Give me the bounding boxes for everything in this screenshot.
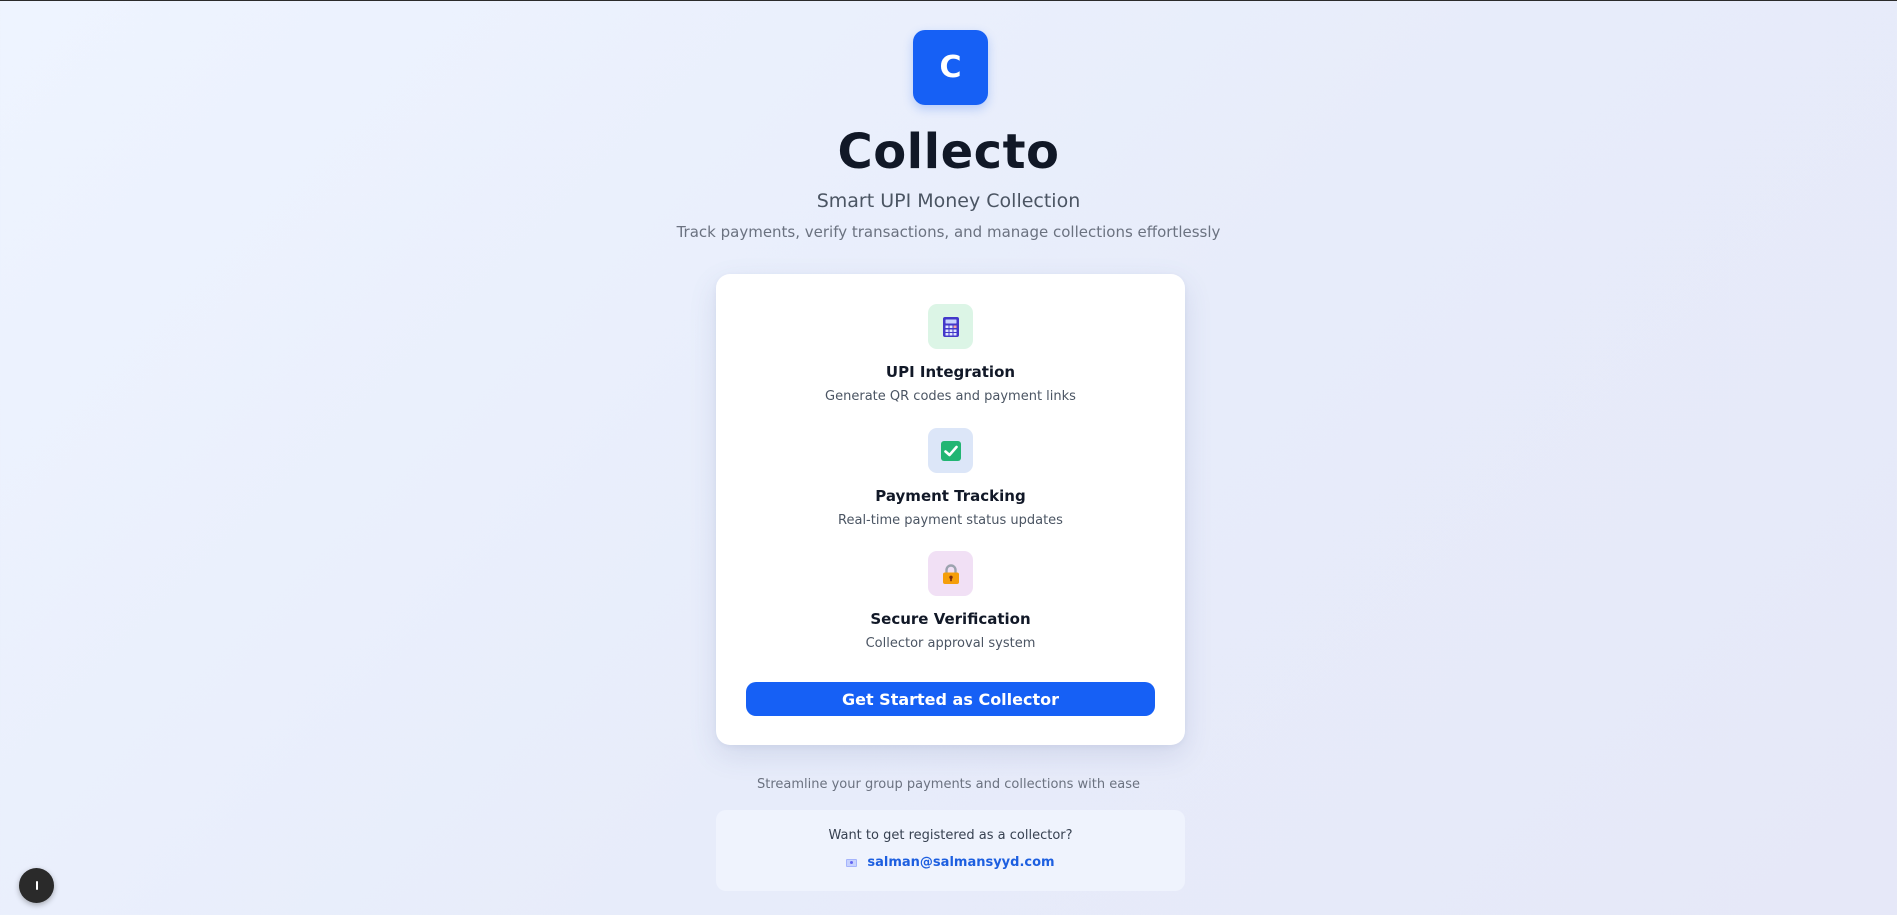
register-contact: salman@salmansyyd.com xyxy=(716,855,1185,870)
calculator-icon xyxy=(928,304,973,349)
feature-title: UPI Integration xyxy=(885,363,1016,381)
feature-description: Real-time payment status updates xyxy=(838,513,1063,528)
feature-title: Payment Tracking xyxy=(875,487,1026,505)
page-tagline: Track payments, verify transactions, and… xyxy=(676,223,1221,241)
footer-tagline: Streamline your group payments and colle… xyxy=(756,777,1140,792)
email-link[interactable]: salman@salmansyyd.com xyxy=(867,855,1054,870)
page-subtitle: Smart UPI Money Collection xyxy=(816,190,1081,212)
get-started-button[interactable]: Get Started as Collector xyxy=(746,682,1155,716)
email-icon xyxy=(846,858,858,867)
page-title: Collecto xyxy=(837,124,1060,180)
feature-description: Collector approval system xyxy=(865,636,1036,651)
lock-icon xyxy=(928,551,973,596)
register-question: Want to get registered as a collector? xyxy=(828,828,1073,843)
landing-page: C Collecto Smart UPI Money Collection Tr… xyxy=(0,1,1897,915)
feature-description: Generate QR codes and payment links xyxy=(825,389,1076,404)
floating-info-button[interactable] xyxy=(19,868,54,903)
register-info-box: Want to get registered as a collector? s… xyxy=(716,810,1185,891)
features-card: UPI Integration Generate QR codes and pa… xyxy=(716,274,1185,745)
app-logo: C xyxy=(913,30,988,105)
logo-letter: C xyxy=(939,50,962,85)
feature-title: Secure Verification xyxy=(870,610,1031,628)
info-icon xyxy=(35,881,38,890)
check-box-icon xyxy=(928,428,973,473)
